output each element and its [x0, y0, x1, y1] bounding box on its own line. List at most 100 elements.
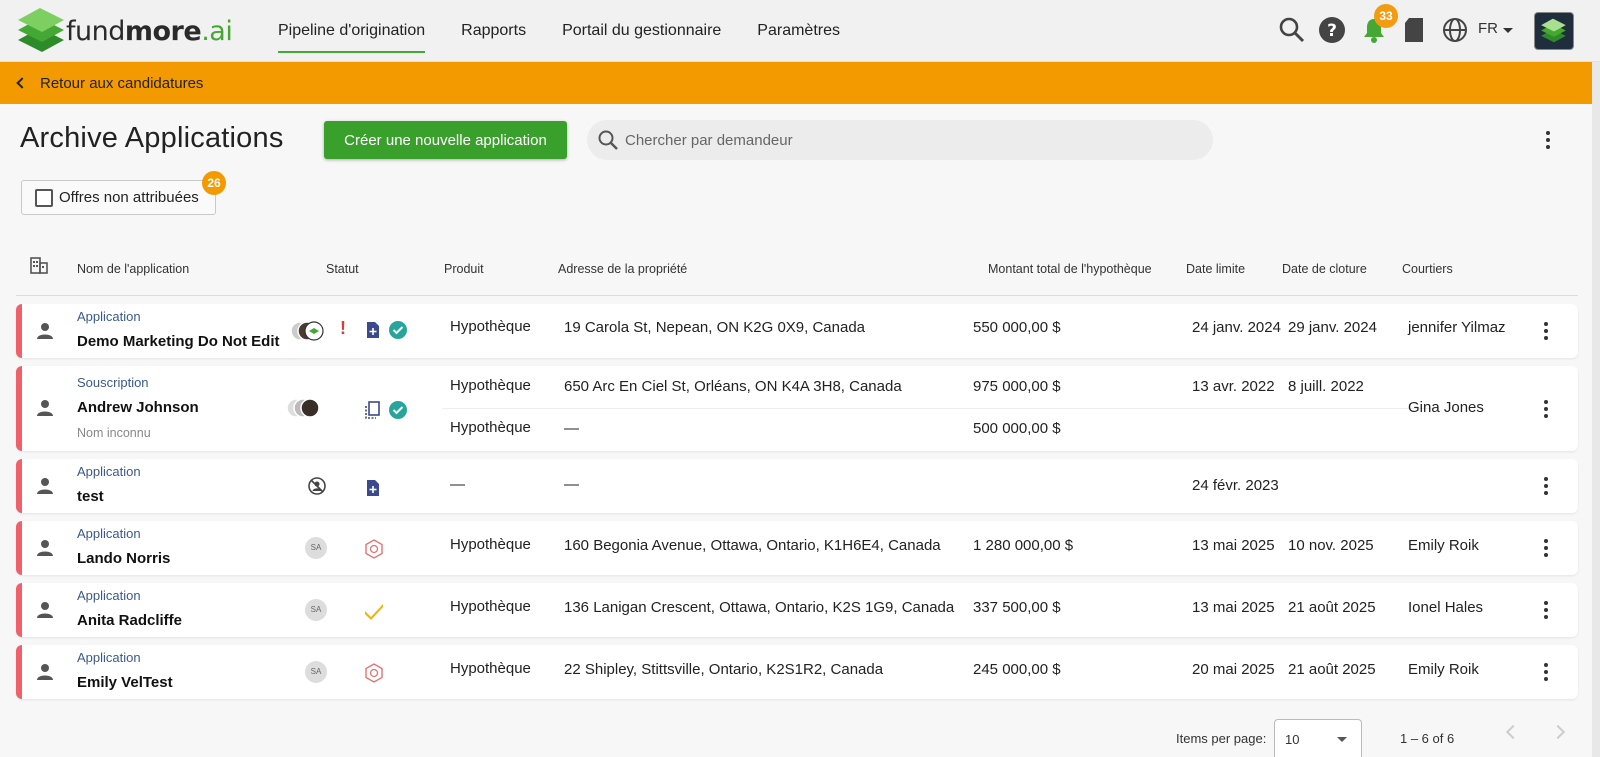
person-icon [37, 478, 53, 494]
row-more-menu-icon[interactable] [1536, 660, 1556, 684]
hexagon-status-icon [365, 539, 383, 559]
col-status[interactable]: Statut [326, 262, 359, 276]
unassigned-label: Offres non attribuées [59, 189, 199, 206]
row-more-menu-icon[interactable] [1536, 397, 1556, 421]
broker-cell: Ionel Hales [1408, 599, 1484, 616]
deadline-cell: 24 févr. 2023 [1192, 477, 1279, 494]
next-page-button[interactable] [1550, 724, 1566, 740]
back-label: Retour aux candidatures [40, 74, 204, 92]
search-input[interactable] [625, 120, 1195, 160]
product-cell: Hypothèque [450, 377, 531, 394]
document-add-icon [367, 480, 379, 496]
row-more-menu-icon[interactable] [1536, 319, 1556, 343]
page-size-select[interactable]: 10 [1274, 719, 1362, 757]
row-more-menu-icon[interactable] [1536, 598, 1556, 622]
table-row[interactable]: Souscription Andrew Johnson Nom inconnu … [16, 366, 1578, 451]
document-icon[interactable] [1401, 16, 1429, 44]
application-type: Application [77, 309, 141, 324]
row-more-menu-icon[interactable] [1536, 536, 1556, 560]
nav-settings[interactable]: Paramètres [757, 0, 840, 62]
broker-cell: Gina Jones [1408, 399, 1484, 416]
assignee-initials-badge: SA [305, 599, 327, 621]
table-header: Nom de l'application Statut Produit Adre… [16, 252, 1578, 296]
application-type: Application [77, 650, 141, 665]
closing-cell: 21 août 2025 [1288, 599, 1376, 616]
nav-pipeline[interactable]: Pipeline d'origination [278, 0, 426, 62]
create-application-button[interactable]: Créer une nouvelle application [324, 121, 567, 159]
building-icon[interactable] [30, 256, 48, 274]
document-add-icon [367, 322, 379, 338]
search-icon[interactable] [1278, 16, 1306, 44]
table-row[interactable]: Application Anita Radcliffe SA Hypothèqu… [16, 583, 1578, 637]
logo-stack-icon [18, 8, 64, 52]
application-name[interactable]: Anita Radcliffe [77, 612, 182, 629]
document-copy-icon [365, 401, 380, 419]
fundmore-logo[interactable]: fundmore.ai [14, 6, 233, 56]
col-deadline[interactable]: Date limite [1186, 262, 1245, 276]
person-icon [37, 602, 53, 618]
col-brokers[interactable]: Courtiers [1402, 262, 1453, 276]
table-row[interactable]: Application Demo Marketing Do Not Edit !… [16, 304, 1578, 358]
row-divider [442, 408, 1438, 409]
help-icon[interactable]: ? [1318, 16, 1346, 44]
top-navigation: fundmore.ai Pipeline d'origination Rappo… [0, 0, 1600, 62]
nav-manager-portal[interactable]: Portail du gestionnaire [562, 0, 721, 62]
broker-cell: jennifer Yilmaz [1408, 319, 1506, 336]
unassigned-checkbox[interactable] [35, 188, 53, 207]
application-name[interactable]: Emily VelTest [77, 674, 173, 691]
address-cell: 136 Lanigan Crescent, Ottawa, Ontario, K… [564, 599, 955, 616]
closing-cell: 29 janv. 2024 [1288, 319, 1377, 336]
items-per-page-label: Items per page: [1176, 731, 1267, 746]
chevron-down-icon [1503, 28, 1513, 33]
col-product[interactable]: Produit [444, 262, 484, 276]
amount-cell: 245 000,00 $ [973, 661, 1061, 678]
user-avatar[interactable] [1534, 12, 1574, 50]
application-type: Application [77, 464, 141, 479]
col-name[interactable]: Nom de l'application [77, 262, 189, 276]
col-amount[interactable]: Montant total de l'hypothèque [988, 262, 1152, 276]
closing-cell: 10 nov. 2025 [1288, 537, 1374, 554]
check-circle-icon [389, 401, 407, 419]
col-closing[interactable]: Date de cloture [1282, 262, 1367, 276]
table-row[interactable]: Application Emily VelTest SA Hypothèque … [16, 645, 1578, 699]
svg-text:?: ? [1327, 21, 1337, 41]
nav-reports[interactable]: Rapports [461, 0, 526, 62]
logo-stack-icon [1541, 18, 1566, 43]
person-icon [37, 540, 53, 556]
search-box [587, 120, 1213, 160]
application-name[interactable]: Andrew Johnson [77, 399, 199, 416]
deadline-cell: 13 mai 2025 [1192, 599, 1275, 616]
back-to-applications-link[interactable]: Retour aux candidatures [0, 62, 1592, 104]
application-type: Application [77, 588, 141, 603]
notifications-button[interactable]: 33 [1360, 4, 1398, 44]
broker-cell: Emily Roik [1408, 661, 1479, 678]
user-avatars-icon [290, 321, 324, 341]
globe-icon[interactable] [1441, 16, 1469, 44]
table-row[interactable]: Application Lando Norris SA Hypothèque 1… [16, 521, 1578, 575]
page-title: Archive Applications [20, 122, 284, 154]
amount-cell: 1 280 000,00 $ [973, 537, 1074, 554]
product-cell: Hypothèque [450, 419, 531, 436]
logo-text: fundmore.ai [66, 15, 233, 47]
amount-cell: 500 000,00 $ [973, 420, 1061, 437]
application-name[interactable]: Demo Marketing Do Not Edit [77, 333, 280, 350]
page-more-menu-icon[interactable] [1538, 128, 1558, 152]
deadline-cell: 13 mai 2025 [1192, 537, 1275, 554]
page-scrollbar[interactable] [1592, 62, 1600, 757]
person-icon [37, 664, 53, 680]
product-cell: Hypothèque [450, 536, 531, 553]
warning-icon: ! [340, 318, 346, 338]
application-name[interactable]: test [77, 488, 104, 505]
page-size-value: 10 [1285, 732, 1300, 747]
product-cell: — [450, 476, 465, 493]
row-more-menu-icon[interactable] [1536, 474, 1556, 498]
closing-cell: 8 juill. 2022 [1288, 378, 1364, 395]
address-cell: — [564, 476, 579, 493]
product-cell: Hypothèque [450, 598, 531, 615]
application-name[interactable]: Lando Norris [77, 550, 170, 567]
prev-page-button[interactable] [1505, 724, 1521, 740]
table-row[interactable]: Application test — — 24 févr. 2023 [16, 459, 1578, 513]
unassigned-offers-filter[interactable]: Offres non attribuées [21, 180, 216, 215]
col-address[interactable]: Adresse de la propriété [558, 262, 687, 276]
language-selector[interactable]: FR [1478, 20, 1498, 37]
